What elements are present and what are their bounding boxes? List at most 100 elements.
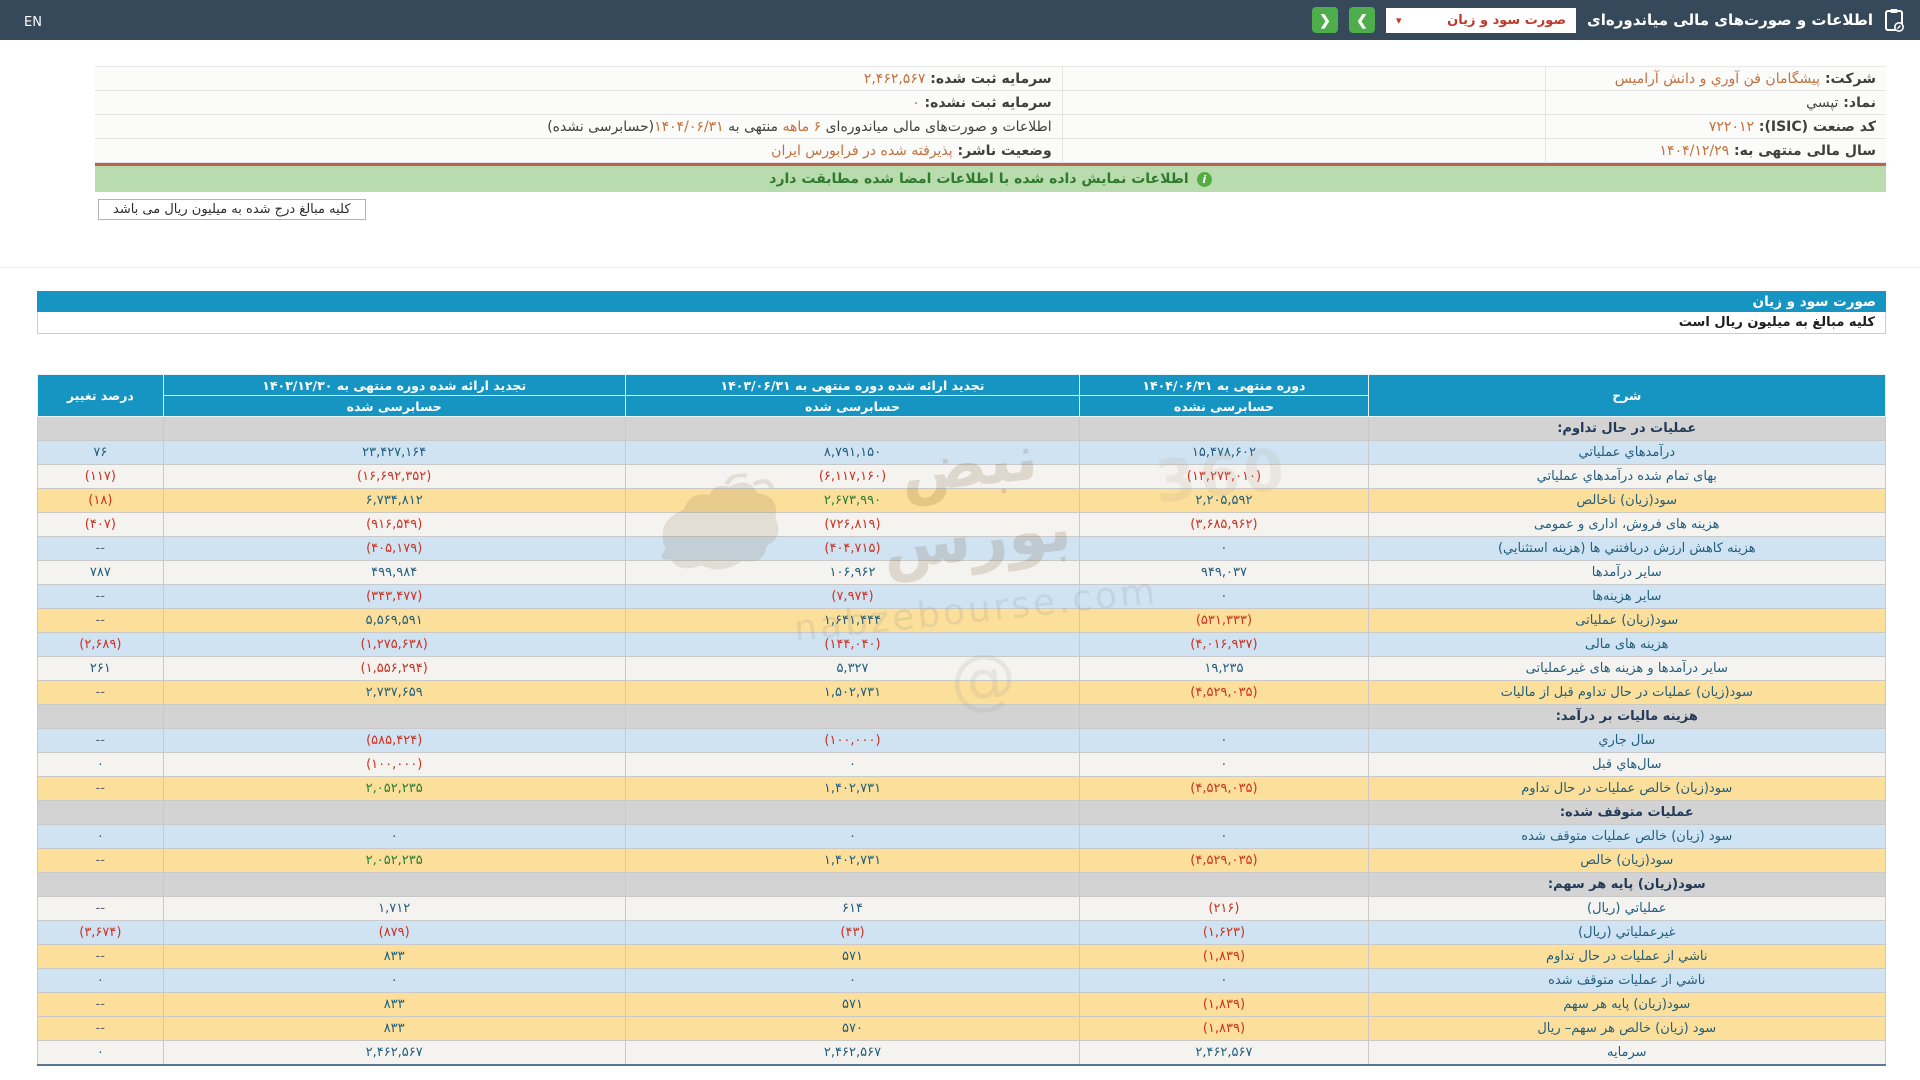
value-cell: ۰ [1079,584,1369,609]
line-item-label: سال جاري [1367,728,1887,753]
info-cell [1061,114,1546,139]
value-cell: (۱,۸۳۹) [1079,992,1369,1017]
info-text: ۱۴۰۴/۰۶/۳۱ [654,118,724,135]
info-row: کد صنعت (ISIC): ۷۲۲۰۱۲ اطلاعات و صورت‌های… [95,114,1886,139]
value-cell: ۱۰۶,۹۶۲ [624,560,1081,585]
value-cell: (۴,۵۲۹,۰۳۵) [1079,680,1369,705]
value-cell: (۳,۶۸۵,۹۶۲) [1079,512,1369,537]
value-cell [624,416,1081,441]
info-cell: اطلاعات و صورت‌های مالی میاندوره‌ای ۶ ما… [95,114,1063,139]
info-text: ۷۲۲۰۱۲ [1708,118,1754,135]
navbar-left-group: EN [24,11,42,30]
line-item-label: سود(زیان) پایه هر سهم [1367,992,1887,1017]
line-item-label: عملیاتي (ریال) [1367,896,1887,921]
info-text: (حسابرسی نشده) [547,118,655,135]
top-navbar: اطلاعات و صورت‌های مالی میاندوره‌ای صورت… [0,0,1920,40]
line-item-label: سال‌هاي قبل [1367,752,1887,777]
info-cell: سرمایه ثبت نشده: ۰ [95,90,1063,115]
value-cell: ۵,۳۲۷ [624,656,1081,681]
value-cell: ۸,۷۹۱,۱۵۰ [624,440,1081,465]
value-cell: (۳,۶۷۴) [37,920,164,945]
value-cell: ۰ [624,824,1081,849]
value-cell: ۲,۴۶۲,۵۶۷ [624,1040,1081,1066]
statement-row: بهای تمام شده درآمدهاي عملياتي (۱۳,۲۷۳,۰۱… [37,464,1887,489]
value-cell: ۱,۴۰۲,۷۳۱ [624,776,1081,801]
page-title: اطلاعات و صورت‌های مالی میاندوره‌ای [1587,11,1873,29]
statement-type-dropdown[interactable]: صورت سود و زیان ▾ [1386,7,1577,33]
value-cell: ۰ [624,752,1081,777]
value-cell: -- [37,992,164,1017]
value-cell [37,872,164,897]
info-text: سرمایه ثبت شده: [925,70,1052,87]
language-toggle[interactable]: EN [24,15,42,30]
value-cell: ۰ [1079,752,1369,777]
info-text: شرکت: [1820,70,1876,87]
info-row: شرکت: پیشگامان فن آوري و دانش آرامیس سرما… [95,67,1886,91]
value-cell [162,416,626,441]
value-cell: (۴۰۴,۷۱۵) [624,536,1081,561]
statement-row: ناشي از عملیات در حال تداوم (۱,۸۳۹) ۵۷۱ ۸۳۳… [37,944,1887,969]
value-cell: (۱,۸۳۹) [1079,944,1369,969]
info-row: نماد: تپسي سرمایه ثبت نشده: ۰ [95,90,1886,115]
value-cell: -- [37,1016,164,1041]
value-cell: -- [37,608,164,633]
value-cell: ۱,۵۰۲,۷۳۱ [624,680,1081,705]
column-header: شرح [1367,374,1887,417]
income-statement-section: شرح دوره منتهی به ۱۴۰۴/۰۶/۳۱ تجدید ارائه ش… [37,374,1887,1066]
value-cell: (۱۸) [37,488,164,513]
value-cell: (۴,۵۲۹,۰۳۵) [1079,776,1369,801]
value-cell: (۱۰۰,۰۰۰) [624,728,1081,753]
value-cell: (۱۴۴,۰۴۰) [624,632,1081,657]
value-cell: ۵۷۱ [624,944,1081,969]
section-divider [0,267,1920,268]
value-cell: ۴۹۹,۹۸۴ [162,560,626,585]
value-cell: (۸۷۹) [162,920,626,945]
statement-row: غیرعملیاتي (ریال) (۱,۶۲۳) (۴۳) (۸۷۹) (۳,۶۷۴) [37,920,1887,945]
info-text: وضعیت ناشر: [952,142,1052,159]
value-cell [624,704,1081,729]
report-clipboard-icon [1884,8,1904,32]
value-cell: ۲,۰۵۲,۲۳۵ [162,848,626,873]
line-item-label: سود(زیان) خالص عملیات در حال تداوم [1367,776,1887,801]
value-cell: ۰ [162,968,626,993]
value-cell: ۵,۵۶۹,۵۹۱ [162,608,626,633]
info-icon: i [1196,171,1212,187]
value-cell: -- [37,680,164,705]
info-cell [1061,67,1546,91]
line-item-label: سایر درآمدها و هزینه های غیرعملیاتی [1367,656,1887,681]
section-row: هزینه مالیات بر درآمد: [37,704,1887,729]
info-text: ۰ [912,94,920,111]
statement-row: هزینه های فروش، اداری و عمومی (۳,۶۸۵,۹۶۲)… [37,512,1887,537]
statement-row: سود(زیان) عملیات در حال تداوم قبل از مال… [37,680,1887,705]
statement-row: سال جاري ۰ (۱۰۰,۰۰۰) (۵۸۵,۴۲۴) -- [37,728,1887,753]
info-cell: نماد: تپسي [1545,90,1886,115]
info-cell: شرکت: پیشگامان فن آوري و دانش آرامیس [1545,67,1886,91]
next-statement-button[interactable]: ❯ [1349,7,1376,33]
column-header: دوره منتهی به ۱۴۰۴/۰۶/۳۱ [1079,374,1369,396]
section-row: سود(زیان) پایه هر سهم: [37,872,1887,897]
line-item-label: هزینه مالیات بر درآمد: [1367,704,1887,729]
value-cell: (۷,۹۷۴) [624,584,1081,609]
line-item-label: بهای تمام شده درآمدهاي عملياتي [1367,464,1887,489]
prev-statement-button[interactable]: ❮ [1312,7,1339,33]
info-text: پیشگامان فن آوري و دانش آرامیس [1614,70,1821,87]
value-cell: ۰ [1079,728,1369,753]
line-item-label: سود (زیان) خالص عملیات متوقف شده [1367,824,1887,849]
line-item-label: سود(زیان) خالص [1367,848,1887,873]
income-statement-table: شرح دوره منتهی به ۱۴۰۴/۰۶/۳۱ تجدید ارائه ش… [37,374,1887,1066]
value-cell: ۸۳۳ [162,944,626,969]
statement-row: درآمدهاي عملياتي ۱۵,۴۷۸,۶۰۲ ۸,۷۹۱,۱۵۰ ۲۳,۴۲… [37,440,1887,465]
line-item-label: ناشي از عملیات متوقف شده [1367,968,1887,993]
value-cell: -- [37,728,164,753]
value-cell: (۷۲۶,۸۱۹) [624,512,1081,537]
value-cell: ۲,۶۷۳,۹۹۰ [624,488,1081,513]
line-item-label: عملیات متوقف شده: [1367,800,1887,825]
value-cell: ۱,۴۰۲,۷۳۱ [624,848,1081,873]
value-cell: ۰ [1079,824,1369,849]
value-cell: (۳۴۳,۴۷۷) [162,584,626,609]
info-text: سال مالی منتهی به: [1729,142,1876,159]
value-cell [1079,416,1369,441]
value-cell: ۰ [1079,536,1369,561]
value-cell: -- [37,896,164,921]
info-cell [1061,90,1546,115]
